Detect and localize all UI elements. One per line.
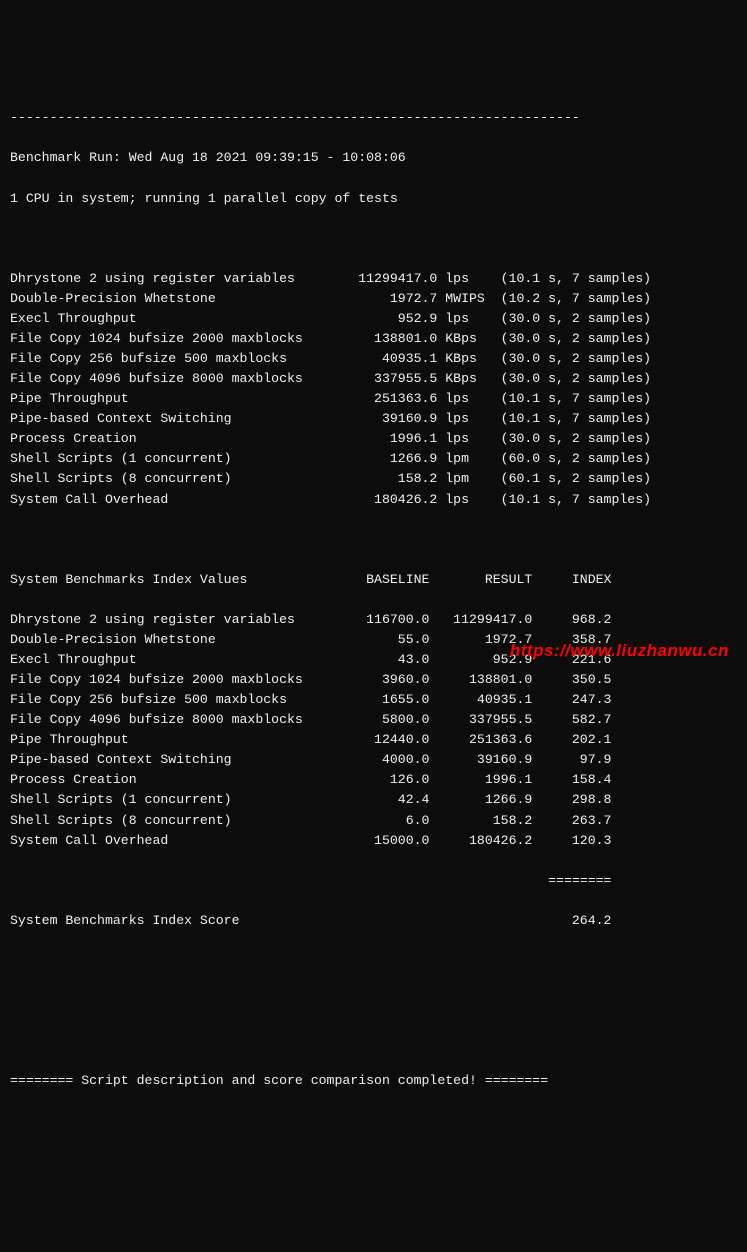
index-row: System Call Overhead 15000.0 180426.2 12… — [10, 831, 737, 851]
index-row: Dhrystone 2 using register variables 116… — [10, 610, 737, 630]
result-row: Dhrystone 2 using register variables 112… — [10, 269, 737, 289]
index-row: File Copy 4096 bufsize 8000 maxblocks 58… — [10, 710, 737, 730]
index-row: Process Creation 126.0 1996.1 158.4 — [10, 770, 737, 790]
terminal-output: ----------------------------------------… — [10, 88, 737, 1111]
blank-line — [10, 951, 737, 971]
index-row: File Copy 256 bufsize 500 maxblocks 1655… — [10, 690, 737, 710]
result-row: System Call Overhead 180426.2 lps (10.1 … — [10, 490, 737, 510]
result-row: Execl Throughput 952.9 lps (30.0 s, 2 sa… — [10, 309, 737, 329]
result-row: File Copy 1024 bufsize 2000 maxblocks 13… — [10, 329, 737, 349]
blank-line — [10, 530, 737, 550]
index-row: File Copy 1024 bufsize 2000 maxblocks 39… — [10, 670, 737, 690]
result-row: File Copy 256 bufsize 500 maxblocks 4093… — [10, 349, 737, 369]
blank-line — [10, 229, 737, 249]
result-row: Double-Precision Whetstone 1972.7 MWIPS … — [10, 289, 737, 309]
blank-line — [10, 1031, 737, 1051]
index-row: Pipe Throughput 12440.0 251363.6 202.1 — [10, 730, 737, 750]
score-divider: ======== — [10, 871, 737, 891]
result-row: File Copy 4096 bufsize 8000 maxblocks 33… — [10, 369, 737, 389]
result-row: Shell Scripts (1 concurrent) 1266.9 lpm … — [10, 449, 737, 469]
index-row: Shell Scripts (8 concurrent) 6.0 158.2 2… — [10, 811, 737, 831]
index-header-row: System Benchmarks Index Values BASELINE … — [10, 570, 737, 590]
divider-top: ----------------------------------------… — [10, 108, 737, 128]
blank-line — [10, 991, 737, 1011]
watermark: https://www.liuzhanwu.cn — [510, 638, 729, 664]
score-row: System Benchmarks Index Score 264.2 — [10, 911, 737, 931]
cpu-info: 1 CPU in system; running 1 parallel copy… — [10, 189, 737, 209]
results-block: Dhrystone 2 using register variables 112… — [10, 269, 737, 510]
footer-line: ======== Script description and score co… — [10, 1071, 737, 1091]
result-row: Pipe Throughput 251363.6 lps (10.1 s, 7 … — [10, 389, 737, 409]
index-row: Pipe-based Context Switching 4000.0 3916… — [10, 750, 737, 770]
result-row: Shell Scripts (8 concurrent) 158.2 lpm (… — [10, 469, 737, 489]
index-row: Shell Scripts (1 concurrent) 42.4 1266.9… — [10, 790, 737, 810]
result-row: Pipe-based Context Switching 39160.9 lps… — [10, 409, 737, 429]
benchmark-run-info: Benchmark Run: Wed Aug 18 2021 09:39:15 … — [10, 148, 737, 168]
result-row: Process Creation 1996.1 lps (30.0 s, 2 s… — [10, 429, 737, 449]
